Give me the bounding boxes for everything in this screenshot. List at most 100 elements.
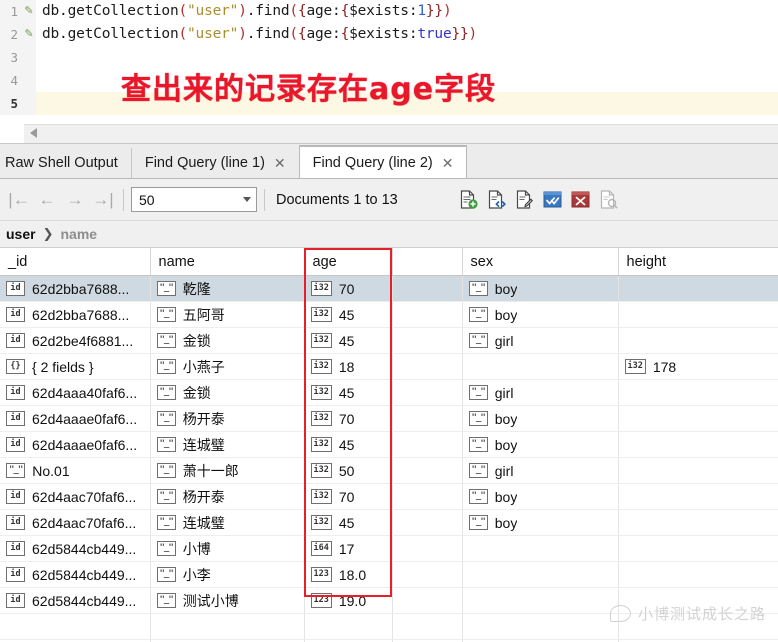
edit-document-icon[interactable]	[512, 188, 536, 212]
table-cell-age[interactable]: 123 18.0	[304, 561, 393, 588]
table-cell-blank[interactable]	[392, 431, 463, 458]
column-header-name[interactable]: name	[150, 248, 305, 276]
table-cell-name[interactable]: "_" 小燕子	[150, 353, 305, 380]
table-cell-name[interactable]: "_" 五阿哥	[150, 301, 305, 328]
table-cell-height[interactable]	[618, 301, 778, 328]
editor-line-1[interactable]: 1 ✎ db.getCollection("user").find({age:{…	[0, 0, 778, 23]
column-header-age[interactable]: age	[304, 248, 393, 276]
table-cell-height[interactable]	[618, 405, 778, 432]
table-cell-height[interactable]	[618, 327, 778, 354]
table-cell-sex[interactable]: "_" girl	[462, 327, 619, 354]
table-cell-sex[interactable]: "_" girl	[462, 379, 619, 406]
table-cell-empty[interactable]	[304, 613, 393, 640]
table-row[interactable]: id 62d5844cb449... "_" 小博 i64 17	[0, 535, 778, 562]
table-cell-age[interactable]: i32 50	[304, 457, 393, 484]
table-row[interactable]: {} { 2 fields } "_" 小燕子 i32 18 i32 178	[0, 353, 778, 380]
table-row[interactable]: id 62d4aac70faf6... "_" 连城璧 i32 45 "_" boy	[0, 509, 778, 536]
next-page-icon[interactable]: →	[62, 188, 88, 212]
table-cell-name[interactable]: "_" 乾隆	[150, 275, 305, 302]
table-cell-sex[interactable]	[462, 587, 619, 614]
table-cell-age[interactable]: i32 45	[304, 327, 393, 354]
table-cell-blank[interactable]	[392, 561, 463, 588]
table-cell-sex[interactable]: "_" boy	[462, 509, 619, 536]
table-cell-name[interactable]: "_" 萧十一郎	[150, 457, 305, 484]
table-row[interactable]: id 62d2bba7688... "_" 乾隆 i32 70 "_" boy	[0, 275, 778, 302]
table-cell-height[interactable]	[618, 561, 778, 588]
table-cell-age[interactable]: i32 70	[304, 483, 393, 510]
table-cell-blank[interactable]	[392, 535, 463, 562]
table-cell-blank[interactable]	[392, 301, 463, 328]
code-line-2[interactable]: db.getCollection("user").find({age:{$exi…	[36, 23, 477, 46]
table-cell-sex[interactable]: "_" boy	[462, 431, 619, 458]
table-cell-name[interactable]: "_" 金锁	[150, 327, 305, 354]
tab-find-query-line-2[interactable]: Find Query (line 2) ✕	[298, 145, 468, 178]
table-cell-age[interactable]: i32 18	[304, 353, 393, 380]
table-cell-name[interactable]: "_" 连城璧	[150, 431, 305, 458]
table-cell-sex[interactable]: "_" boy	[462, 405, 619, 432]
editor-line-2[interactable]: 2 ✎ db.getCollection("user").find({age:{…	[0, 23, 778, 46]
apply-changes-icon[interactable]	[540, 188, 564, 212]
table-cell-id[interactable]: "_" No.01	[0, 457, 151, 484]
table-cell-empty[interactable]	[462, 613, 619, 640]
table-cell-height[interactable]	[618, 509, 778, 536]
table-cell-name[interactable]: "_" 连城璧	[150, 509, 305, 536]
table-cell-empty[interactable]	[0, 613, 151, 640]
table-cell-age[interactable]: i64 17	[304, 535, 393, 562]
table-cell-id[interactable]: id 62d4aac70faf6...	[0, 509, 151, 536]
table-cell-blank[interactable]	[392, 509, 463, 536]
add-document-icon[interactable]	[456, 188, 480, 212]
cancel-changes-icon[interactable]	[568, 188, 592, 212]
table-cell-age[interactable]: i32 45	[304, 509, 393, 536]
view-json-icon[interactable]	[484, 188, 508, 212]
close-icon[interactable]: ✕	[442, 156, 454, 170]
table-cell-sex[interactable]: "_" boy	[462, 483, 619, 510]
table-cell-sex[interactable]: "_" boy	[462, 301, 619, 328]
table-row[interactable]: id 62d2bba7688... "_" 五阿哥 i32 45 "_" boy	[0, 301, 778, 328]
table-row[interactable]: id 62d4aaae0faf6... "_" 连城璧 i32 45 "_" boy	[0, 431, 778, 458]
table-row[interactable]: id 62d4aaa40faf6... "_" 金锁 i32 45 "_" girl	[0, 379, 778, 406]
table-cell-id[interactable]: {} { 2 fields }	[0, 353, 151, 380]
table-cell-sex[interactable]	[462, 561, 619, 588]
table-cell-sex[interactable]: "_" girl	[462, 457, 619, 484]
table-cell-id[interactable]: id 62d4aaa40faf6...	[0, 379, 151, 406]
table-cell-blank[interactable]	[392, 405, 463, 432]
table-cell-empty[interactable]	[150, 613, 305, 640]
table-cell-id[interactable]: id 62d2bba7688...	[0, 301, 151, 328]
table-cell-empty[interactable]	[392, 613, 463, 640]
breadcrumb-root[interactable]: user	[6, 226, 36, 242]
chevron-down-icon[interactable]	[243, 197, 251, 202]
scroll-left-arrow-icon[interactable]	[30, 128, 37, 138]
table-row[interactable]: "_" No.01 "_" 萧十一郎 i32 50 "_" girl	[0, 457, 778, 484]
table-row[interactable]: id 62d4aac70faf6... "_" 杨开泰 i32 70 "_" boy	[0, 483, 778, 510]
table-cell-age[interactable]: i32 70	[304, 405, 393, 432]
table-row[interactable]: id 62d4aaae0faf6... "_" 杨开泰 i32 70 "_" boy	[0, 405, 778, 432]
table-cell-height[interactable]	[618, 457, 778, 484]
query-editor[interactable]: 1 ✎ db.getCollection("user").find({age:{…	[0, 0, 778, 144]
table-cell-id[interactable]: id 62d5844cb449...	[0, 561, 151, 588]
page-size-select[interactable]: 50	[131, 187, 257, 212]
table-cell-name[interactable]: "_" 金锁	[150, 379, 305, 406]
table-cell-blank[interactable]	[392, 457, 463, 484]
table-cell-blank[interactable]	[392, 379, 463, 406]
editor-horizontal-scrollbar[interactable]	[24, 124, 778, 143]
table-cell-height[interactable]: i32 178	[618, 353, 778, 380]
table-cell-name[interactable]: "_" 小博	[150, 535, 305, 562]
table-cell-age[interactable]: 123 19.0	[304, 587, 393, 614]
table-cell-age[interactable]: i32 45	[304, 301, 393, 328]
table-cell-sex[interactable]	[462, 353, 619, 380]
table-cell-height[interactable]	[618, 483, 778, 510]
table-cell-id[interactable]: id 62d5844cb449...	[0, 535, 151, 562]
table-cell-name[interactable]: "_" 杨开泰	[150, 405, 305, 432]
table-cell-id[interactable]: id 62d4aaae0faf6...	[0, 405, 151, 432]
table-cell-age[interactable]: i32 45	[304, 431, 393, 458]
code-line-1[interactable]: db.getCollection("user").find({age:{$exi…	[36, 0, 452, 23]
breadcrumb-field[interactable]: name	[60, 226, 97, 242]
table-cell-sex[interactable]: "_" boy	[462, 275, 619, 302]
column-header-blank[interactable]	[392, 248, 463, 276]
table-cell-height[interactable]	[618, 379, 778, 406]
table-cell-id[interactable]: id 62d2bba7688...	[0, 275, 151, 302]
tab-raw-shell-output[interactable]: Raw Shell Output	[0, 148, 131, 178]
table-row[interactable]: id 62d2be4f6881... "_" 金锁 i32 45 "_" girl	[0, 327, 778, 354]
table-cell-name[interactable]: "_" 小李	[150, 561, 305, 588]
first-page-icon[interactable]: |←	[6, 188, 32, 212]
